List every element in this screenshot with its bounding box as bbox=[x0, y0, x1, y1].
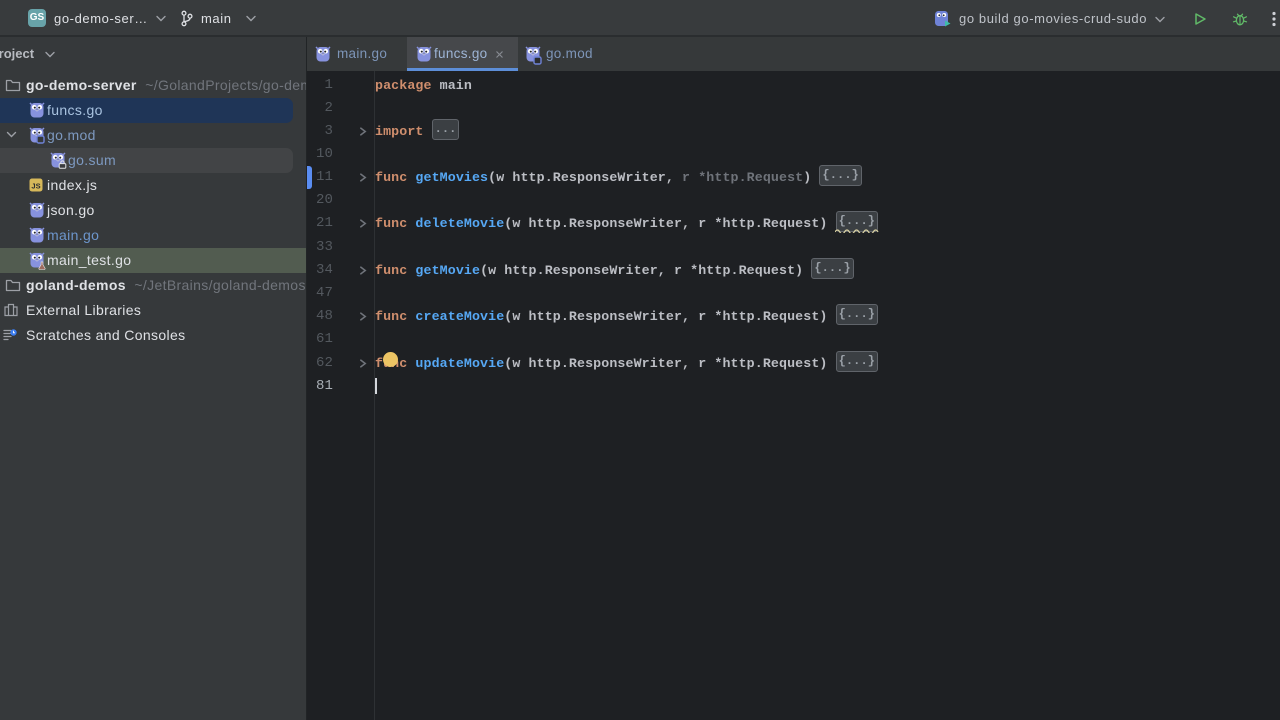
svg-text:JS: JS bbox=[31, 182, 40, 191]
